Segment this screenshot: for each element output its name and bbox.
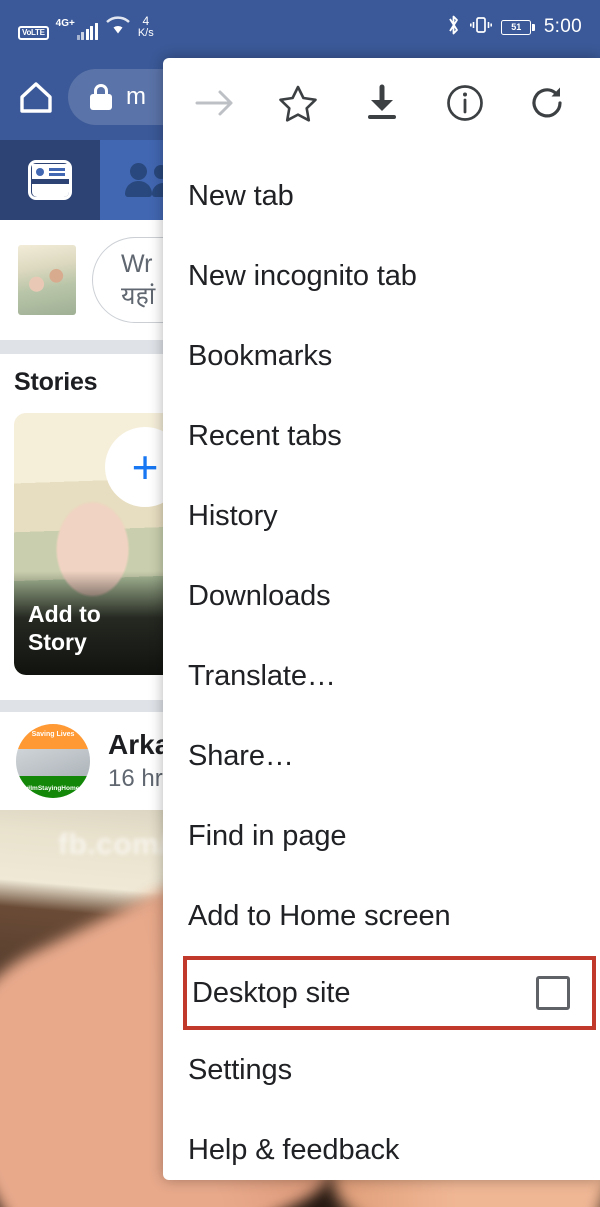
signal-bars-icon <box>76 22 98 40</box>
forward-icon[interactable] <box>173 68 256 138</box>
download-icon[interactable] <box>340 68 423 138</box>
add-story-line-1: Add to <box>28 601 101 627</box>
menu-item-new-incognito-tab[interactable]: New incognito tab <box>163 236 600 316</box>
tab-news-feed[interactable] <box>0 140 100 220</box>
data-rate-unit: K/s <box>137 26 154 39</box>
url-text: m <box>126 83 146 110</box>
menu-item-label: Translate… <box>188 659 336 692</box>
menu-item-recent-tabs[interactable]: Recent tabs <box>163 396 600 476</box>
battery-level-label: 51 <box>511 22 522 32</box>
data-rate-indicator: 4 K/s <box>138 15 154 39</box>
add-story-line-2: Story <box>28 628 87 655</box>
vibrate-icon <box>470 15 493 40</box>
avatar <box>18 245 76 315</box>
reload-icon[interactable] <box>507 68 590 138</box>
menu-item-label: Settings <box>188 1053 292 1086</box>
menu-item-help-and-feedback[interactable]: Help & feedback <box>163 1110 600 1180</box>
menu-item-settings[interactable]: Settings <box>163 1030 600 1110</box>
volte-icon: VoLTE <box>18 25 49 40</box>
menu-item-label: History <box>188 499 278 532</box>
menu-item-translate[interactable]: Translate… <box>163 636 600 716</box>
menu-item-label: Desktop site <box>192 976 351 1009</box>
lock-icon <box>90 84 112 110</box>
menu-item-find-in-page[interactable]: Find in page <box>163 796 600 876</box>
status-bar: VoLTE 4G+ 4 K/s 51 5:00 <box>0 0 600 54</box>
post-avatar[interactable]: Saving Lives #ImStayingHome <box>16 724 90 798</box>
menu-icon-row <box>163 58 600 148</box>
menu-item-bookmarks[interactable]: Bookmarks <box>163 316 600 396</box>
clock-label: 5:00 <box>543 16 582 37</box>
menu-item-new-tab[interactable]: New tab <box>163 156 600 236</box>
menu-item-share[interactable]: Share… <box>163 716 600 796</box>
menu-item-label: Add to Home screen <box>188 899 451 932</box>
menu-item-desktop-site[interactable]: Desktop site <box>183 956 596 1030</box>
home-icon[interactable] <box>14 75 58 119</box>
menu-item-label: Bookmarks <box>188 339 333 372</box>
info-icon[interactable] <box>423 68 506 138</box>
wifi-icon <box>105 15 131 40</box>
network-type-label: 4G+ <box>55 17 75 29</box>
desktop-site-checkbox[interactable] <box>536 976 570 1010</box>
bluetooth-icon <box>446 14 461 41</box>
news-feed-icon <box>28 160 72 200</box>
signal-strength-icon: 4G+ <box>55 17 98 40</box>
menu-item-list: New tab New incognito tab Bookmarks Rece… <box>163 148 600 1180</box>
battery-icon: 51 <box>501 19 535 35</box>
menu-item-history[interactable]: History <box>163 476 600 556</box>
menu-item-label: New tab <box>188 179 294 212</box>
avatar-bottom-text: #ImStayingHome <box>26 785 80 792</box>
menu-item-label: Share… <box>188 739 294 772</box>
menu-item-add-to-home-screen[interactable]: Add to Home screen <box>163 876 600 956</box>
status-bar-right: 51 5:00 <box>446 14 582 41</box>
chrome-overflow-menu: New tab New incognito tab Bookmarks Rece… <box>163 58 600 1180</box>
menu-item-label: Downloads <box>188 579 331 612</box>
avatar-top-text: Saving Lives <box>31 731 75 738</box>
menu-item-downloads[interactable]: Downloads <box>163 556 600 636</box>
menu-item-label: Help & feedback <box>188 1133 400 1166</box>
menu-item-label: Recent tabs <box>188 419 342 452</box>
menu-item-label: Find in page <box>188 819 347 852</box>
status-bar-left: VoLTE 4G+ 4 K/s <box>18 15 154 40</box>
menu-item-label: New incognito tab <box>188 259 417 292</box>
star-icon[interactable] <box>256 68 339 138</box>
